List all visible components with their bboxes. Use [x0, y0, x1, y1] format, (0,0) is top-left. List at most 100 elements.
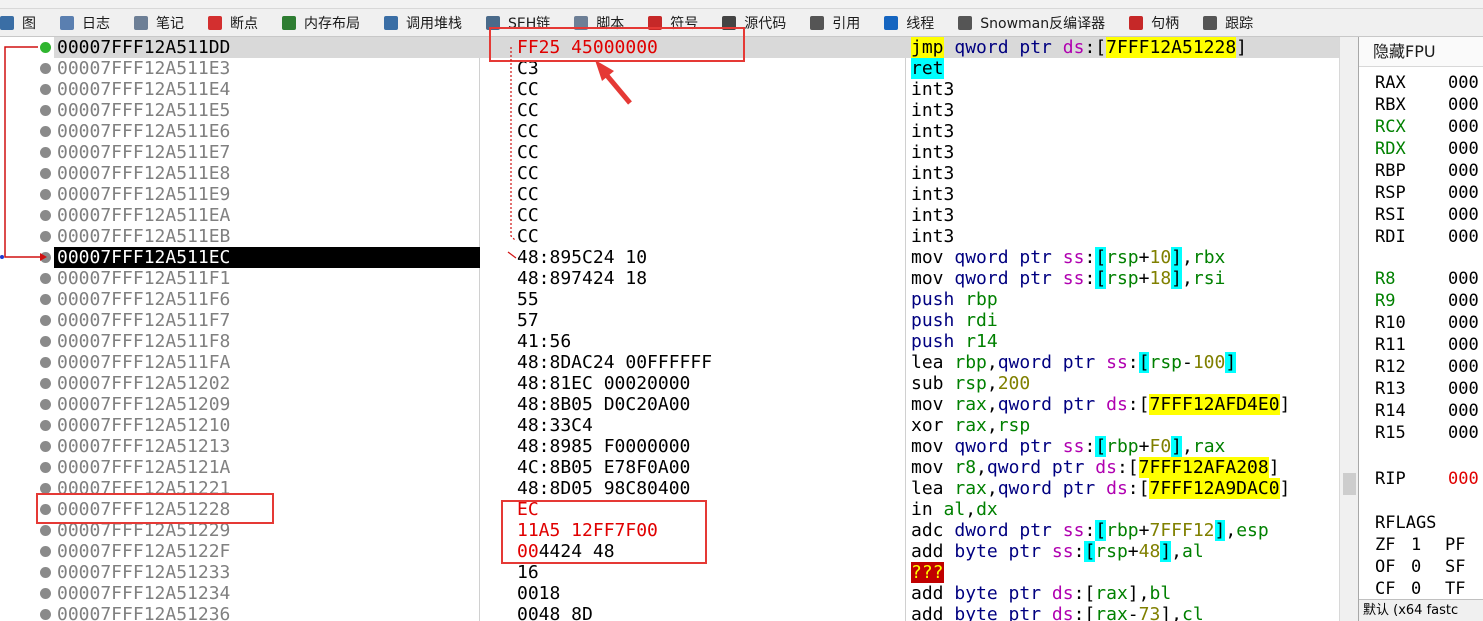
instruction-row[interactable]: lea rax,qword ptr ds:[7FFF12A9DAC0]: [906, 478, 1339, 499]
breakpoint-dot-icon[interactable]: [40, 126, 51, 137]
register-row[interactable]: R13 000: [1359, 378, 1483, 400]
disassembly-column[interactable]: jmp qword ptr ds:[7FFF12A51228] ret int3 in…: [906, 37, 1339, 621]
bytes-row[interactable]: 48:8DAC24 00FFFFFF: [480, 352, 906, 373]
bytes-row[interactable]: 48:897424 18: [480, 268, 906, 289]
address-column[interactable]: 00007FFF12A511DD 00007FFF12A511E3 00007FFF…: [0, 37, 480, 621]
bytes-row[interactable]: 48:8D05 98C80400: [480, 478, 906, 499]
hide-fpu-button[interactable]: 隐藏FPU: [1359, 37, 1483, 67]
register-value[interactable]: 000: [1448, 468, 1479, 490]
bytes-row[interactable]: 004424 48: [480, 541, 906, 562]
flag-row[interactable]: ZF 1 PF: [1359, 534, 1483, 556]
breakpoint-dot-icon[interactable]: [40, 252, 51, 263]
register-row[interactable]: RSP 000: [1359, 182, 1483, 204]
tab-graph[interactable]: 图: [0, 9, 50, 36]
instruction-row[interactable]: int3: [906, 184, 1339, 205]
breakpoint-dot-icon[interactable]: [40, 294, 51, 305]
address-row[interactable]: 00007FFF12A5121A: [0, 457, 480, 478]
register-value[interactable]: 000: [1448, 116, 1479, 138]
register-value[interactable]: 000: [1448, 138, 1479, 160]
bytes-column[interactable]: FF25 45000000 C3 CC CC CC CC CC CC CC CC 48:895C24…: [480, 37, 906, 621]
bytes-row[interactable]: CC: [480, 205, 906, 226]
instruction-row[interactable]: xor rax,rsp: [906, 415, 1339, 436]
register-value[interactable]: 000: [1448, 290, 1479, 312]
instruction-row[interactable]: adc dword ptr ss:[rbp+7FFF12],esp: [906, 520, 1339, 541]
flag-row[interactable]: CF 0 TF: [1359, 578, 1483, 600]
bytes-row[interactable]: 0048 8D: [480, 604, 906, 621]
bytes-row[interactable]: CC: [480, 100, 906, 121]
breakpoint-dot-icon[interactable]: [40, 609, 51, 620]
address-row[interactable]: 00007FFF12A51209: [0, 394, 480, 415]
register-value[interactable]: 000: [1448, 422, 1479, 444]
address-row[interactable]: 00007FFF12A51234: [0, 583, 480, 604]
tab-log[interactable]: 日志: [50, 9, 124, 36]
address-row[interactable]: 00007FFF12A511E8: [0, 163, 480, 184]
tab-trace[interactable]: 跟踪: [1193, 9, 1267, 36]
instruction-row[interactable]: int3: [906, 100, 1339, 121]
instruction-row[interactable]: lea rbp,qword ptr ss:[rsp-100]: [906, 352, 1339, 373]
breakpoint-dot-icon[interactable]: [40, 189, 51, 200]
instruction-row[interactable]: int3: [906, 142, 1339, 163]
bytes-row[interactable]: 48:8985 F0000000: [480, 436, 906, 457]
tab-symbols[interactable]: 符号: [638, 9, 712, 36]
breakpoint-dot-icon[interactable]: [40, 420, 51, 431]
tab-call-stack[interactable]: 调用堆栈: [374, 9, 476, 36]
register-row[interactable]: R15 000: [1359, 422, 1483, 444]
instruction-row[interactable]: jmp qword ptr ds:[7FFF12A51228]: [906, 37, 1339, 58]
bytes-row[interactable]: 48:8B05 D0C20A00: [480, 394, 906, 415]
instruction-row[interactable]: add byte ptr ds:[rax],bl: [906, 583, 1339, 604]
instruction-row[interactable]: int3: [906, 226, 1339, 247]
register-row[interactable]: R14 000: [1359, 400, 1483, 422]
bytes-row[interactable]: CC: [480, 142, 906, 163]
breakpoint-dot-icon[interactable]: [40, 483, 51, 494]
address-row[interactable]: 00007FFF12A511E5: [0, 100, 480, 121]
tab-references[interactable]: 引用: [800, 9, 874, 36]
register-row[interactable]: RBX 000: [1359, 94, 1483, 116]
bytes-row[interactable]: CC: [480, 226, 906, 247]
address-row[interactable]: 00007FFF12A511E6: [0, 121, 480, 142]
register-row[interactable]: RSI 000: [1359, 204, 1483, 226]
instruction-row[interactable]: ret: [906, 58, 1339, 79]
breakpoint-dot-icon[interactable]: [40, 42, 51, 53]
instruction-row[interactable]: mov qword ptr ss:[rbp+F0],rax: [906, 436, 1339, 457]
disassembly-scrollbar[interactable]: [1339, 37, 1358, 621]
instruction-row[interactable]: in al,dx: [906, 499, 1339, 520]
address-row[interactable]: 00007FFF12A51229: [0, 520, 480, 541]
instruction-row[interactable]: add byte ptr ss:[rsp+48],al: [906, 541, 1339, 562]
bytes-row[interactable]: C3: [480, 58, 906, 79]
register-value[interactable]: 000: [1448, 182, 1479, 204]
instruction-row[interactable]: add byte ptr ds:[rax-73],cl: [906, 604, 1339, 621]
instruction-row[interactable]: push r14: [906, 331, 1339, 352]
address-row[interactable]: 00007FFF12A51221: [0, 478, 480, 499]
address-row[interactable]: 00007FFF12A511E9: [0, 184, 480, 205]
bytes-row[interactable]: 57: [480, 310, 906, 331]
instruction-row[interactable]: push rdi: [906, 310, 1339, 331]
address-row[interactable]: 00007FFF12A51213: [0, 436, 480, 457]
breakpoint-dot-icon[interactable]: [40, 525, 51, 536]
address-row[interactable]: 00007FFF12A51202: [0, 373, 480, 394]
instruction-row[interactable]: mov r8,qword ptr ds:[7FFF12AFA208]: [906, 457, 1339, 478]
address-row[interactable]: 00007FFF12A511EB: [0, 226, 480, 247]
register-value[interactable]: 000: [1448, 400, 1479, 422]
tab-handles[interactable]: 句柄: [1119, 9, 1193, 36]
tab-source-code[interactable]: 源代码: [712, 9, 800, 36]
register-value[interactable]: 000: [1448, 356, 1479, 378]
address-row[interactable]: 00007FFF12A511E7: [0, 142, 480, 163]
address-row[interactable]: 00007FFF12A511FA: [0, 352, 480, 373]
register-value[interactable]: 000: [1448, 334, 1479, 356]
calling-convention-status[interactable]: 默认 (x64 fastc: [1359, 599, 1483, 621]
breakpoint-dot-icon[interactable]: [40, 357, 51, 368]
bytes-row[interactable]: 48:895C24 10: [480, 247, 906, 268]
register-row[interactable]: RBP 000: [1359, 160, 1483, 182]
breakpoint-dot-icon[interactable]: [40, 315, 51, 326]
address-row[interactable]: 00007FFF12A511F1: [0, 268, 480, 289]
register-row[interactable]: RIP 000: [1359, 468, 1483, 490]
breakpoint-dot-icon[interactable]: [40, 231, 51, 242]
breakpoint-dot-icon[interactable]: [40, 63, 51, 74]
instruction-row[interactable]: mov qword ptr ss:[rsp+10],rbx: [906, 247, 1339, 268]
instruction-row[interactable]: int3: [906, 79, 1339, 100]
breakpoint-dot-icon[interactable]: [40, 462, 51, 473]
register-row[interactable]: R12 000: [1359, 356, 1483, 378]
breakpoint-dot-icon[interactable]: [40, 567, 51, 578]
instruction-row[interactable]: mov rax,qword ptr ds:[7FFF12AFD4E0]: [906, 394, 1339, 415]
breakpoint-dot-icon[interactable]: [40, 399, 51, 410]
